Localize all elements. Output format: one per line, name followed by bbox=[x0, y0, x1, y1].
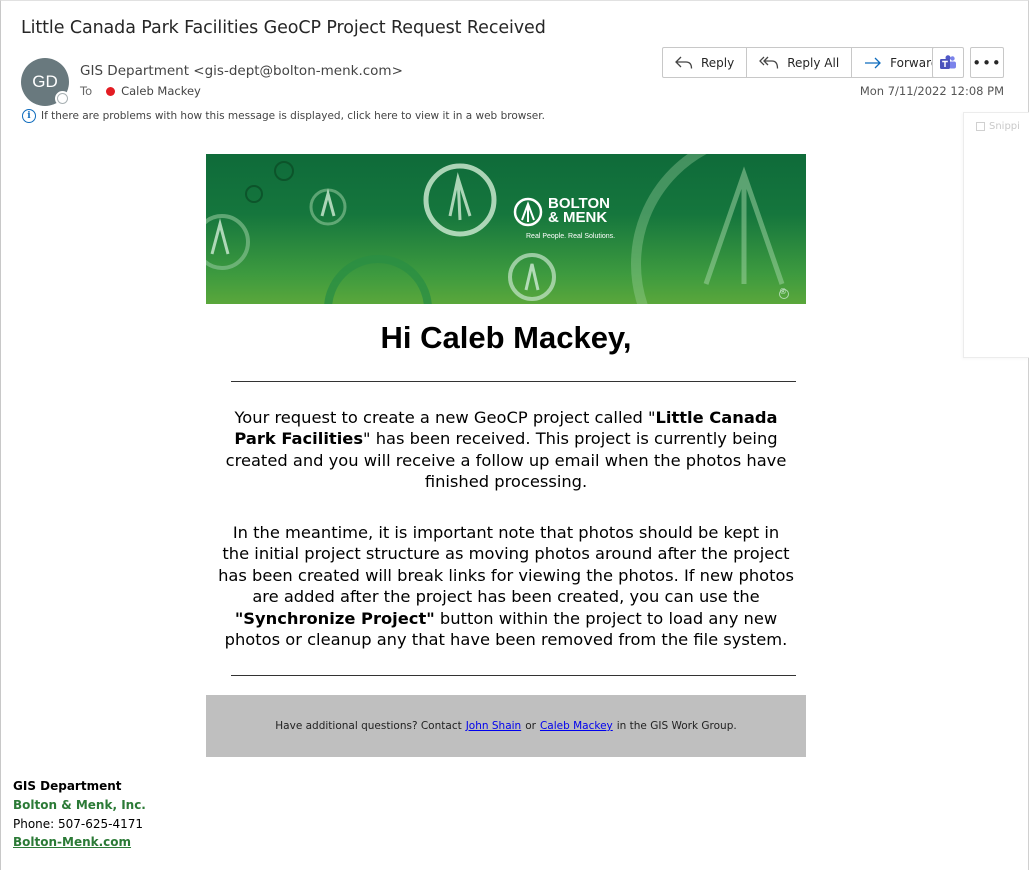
sender-address[interactable]: GIS Department <gis-dept@bolton-menk.com… bbox=[80, 63, 403, 79]
brand-tagline: Real People. Real Solutions. bbox=[526, 233, 616, 240]
synchronize-project-label: "Synchronize Project" bbox=[234, 608, 435, 628]
signature-website-link[interactable]: Bolton-Menk.com bbox=[13, 835, 131, 849]
reply-label: Reply bbox=[701, 55, 735, 70]
presence-status-icon bbox=[55, 91, 70, 106]
snippet-icon bbox=[976, 122, 985, 131]
reply-all-label: Reply All bbox=[787, 55, 840, 70]
forward-icon bbox=[865, 57, 882, 68]
info-icon: i bbox=[22, 109, 36, 123]
signature-company: Bolton & Menk, Inc. bbox=[13, 798, 146, 812]
more-actions-icon: ••• bbox=[972, 53, 1002, 72]
reply-all-icon bbox=[759, 56, 779, 69]
side-panel: Snippi bbox=[963, 112, 1029, 358]
side-panel-label: Snippi bbox=[976, 121, 1020, 132]
greeting-heading: Hi Caleb Mackey, bbox=[380, 320, 632, 355]
logo-line-2: & MENK bbox=[548, 209, 608, 226]
body-paragraph-2: In the meantime, it is important note th… bbox=[218, 523, 794, 650]
banner-graphic bbox=[206, 154, 789, 304]
more-actions-button[interactable]: ••• bbox=[970, 47, 1004, 78]
info-notice[interactable]: i If there are problems with how this me… bbox=[22, 109, 545, 123]
teams-icon bbox=[940, 54, 956, 69]
divider-top bbox=[231, 381, 796, 382]
signature-phone: Phone: 507-625-4171 bbox=[13, 817, 144, 831]
divider-bottom bbox=[231, 675, 796, 676]
message-actions: Reply Reply All Forward bbox=[662, 47, 952, 78]
received-date: Mon 7/11/2022 12:08 PM bbox=[859, 84, 1004, 98]
email-subject: Little Canada Park Facilities GeoCP Proj… bbox=[21, 18, 546, 38]
busy-status-icon bbox=[106, 86, 116, 96]
header-banner: BOLTON & MENK Real People. Real Solution… bbox=[206, 154, 806, 304]
teams-button[interactable] bbox=[932, 47, 964, 78]
to-label: To bbox=[80, 84, 93, 98]
footer-text-1: Have additional questions? Contact bbox=[275, 720, 462, 732]
footer-text-2: or bbox=[525, 720, 536, 732]
body-paragraph-1: Your request to create a new GeoCP proje… bbox=[225, 408, 787, 492]
recipient-line: To Caleb Mackey bbox=[80, 84, 201, 98]
reply-all-button[interactable]: Reply All bbox=[747, 48, 853, 77]
registered-mark: ® bbox=[779, 287, 787, 296]
recipient-name[interactable]: Caleb Mackey bbox=[121, 84, 201, 98]
info-notice-text: If there are problems with how this mess… bbox=[41, 110, 545, 122]
signature-name: GIS Department bbox=[13, 779, 122, 793]
contact-link-caleb-mackey[interactable]: Caleb Mackey bbox=[540, 720, 613, 732]
contact-link-john-shain[interactable]: John Shain bbox=[466, 720, 522, 732]
reply-button[interactable]: Reply bbox=[663, 48, 748, 77]
reply-icon bbox=[675, 56, 693, 69]
avatar-initials: GD bbox=[32, 72, 58, 91]
footer-text-3: in the GIS Work Group. bbox=[616, 720, 737, 732]
contact-footer: Have additional questions? Contact John … bbox=[206, 695, 806, 757]
brand-logo: BOLTON & MENK bbox=[548, 196, 610, 226]
